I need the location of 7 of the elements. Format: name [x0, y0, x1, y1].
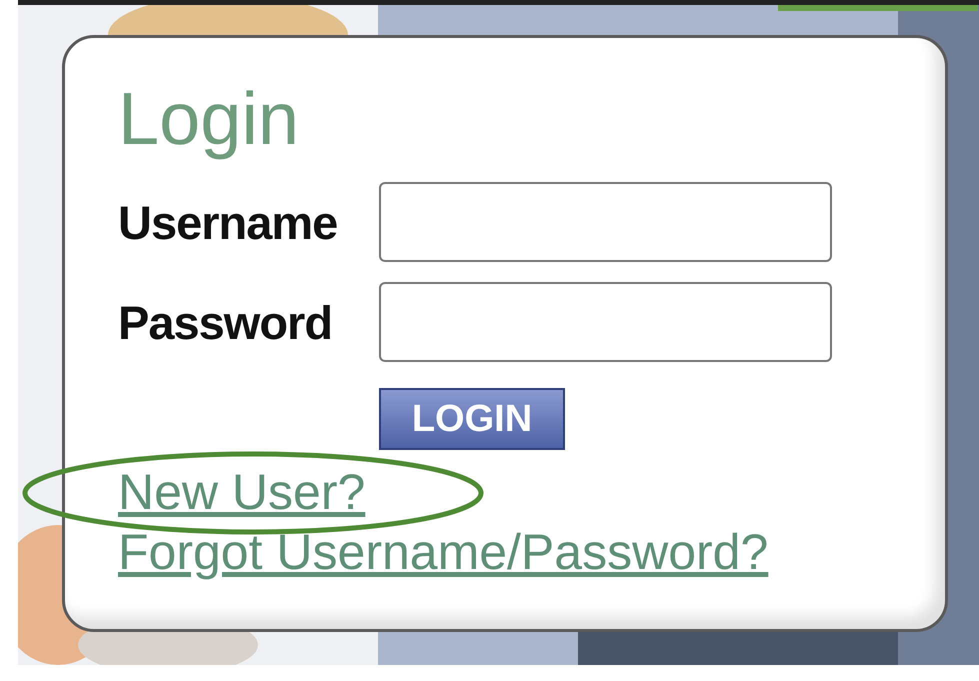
field-label: Password — [118, 294, 334, 350]
input-field[interactable] — [379, 282, 832, 362]
input-field[interactable] — [379, 182, 832, 262]
link[interactable]: Forgot Username/Password? — [118, 522, 768, 582]
login-button[interactable]: LOGIN — [379, 388, 565, 450]
login-title: Login — [118, 78, 300, 160]
field-label: Username — [118, 194, 338, 250]
